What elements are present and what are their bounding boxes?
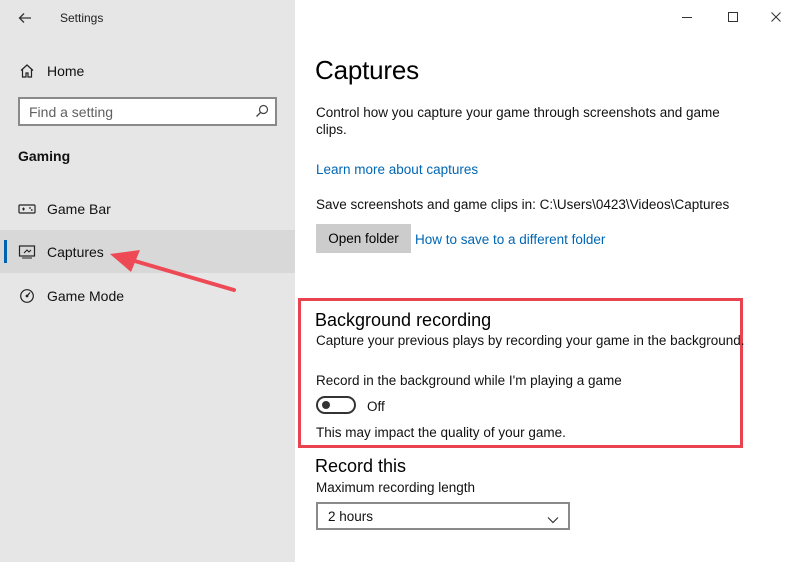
search-box[interactable] — [18, 97, 277, 126]
home-icon — [18, 62, 36, 80]
back-button[interactable] — [10, 6, 40, 30]
sidebar-item-label: Game Mode — [47, 287, 125, 304]
chevron-down-icon — [547, 511, 559, 529]
different-folder-link[interactable]: How to save to a different folder — [415, 232, 605, 247]
game-bar-icon — [18, 200, 36, 218]
minimize-icon — [682, 17, 692, 18]
sidebar-item-game-bar[interactable]: Game Bar — [0, 187, 295, 230]
settings-window: Settings Home Gaming Game Bar Captures — [0, 0, 800, 562]
captures-icon — [18, 243, 36, 261]
page-title: Captures — [315, 55, 419, 85]
maximize-icon — [728, 12, 738, 22]
sidebar-item-label: Game Bar — [47, 200, 111, 217]
open-folder-button[interactable]: Open folder — [316, 224, 411, 253]
max-recording-length-dropdown[interactable]: 2 hours — [316, 502, 570, 530]
page-description: Control how you capture your game throug… — [316, 105, 720, 137]
main-content: Captures Control how you capture your ga… — [295, 0, 800, 562]
sidebar-item-home[interactable]: Home — [0, 49, 295, 92]
background-recording-toggle[interactable] — [316, 396, 356, 414]
record-this-title: Record this — [315, 456, 407, 476]
dropdown-selected-value: 2 hours — [328, 508, 374, 524]
max-recording-length-label: Maximum recording length — [316, 480, 476, 495]
close-button[interactable] — [753, 0, 799, 34]
sidebar-item-captures[interactable]: Captures — [0, 230, 295, 273]
maximize-button[interactable] — [710, 0, 756, 34]
sidebar-item-game-mode[interactable]: Game Mode — [0, 274, 295, 317]
background-recording-note: This may impact the quality of your game… — [316, 425, 566, 440]
background-recording-title: Background recording — [315, 310, 492, 330]
learn-more-link[interactable]: Learn more about captures — [316, 162, 478, 177]
background-recording-toggle-label: Record in the background while I'm playi… — [316, 373, 622, 388]
app-title: Settings — [60, 11, 104, 25]
sidebar: Settings Home Gaming Game Bar Captures — [0, 0, 295, 562]
close-icon — [771, 12, 781, 22]
background-recording-description: Capture your previous plays by recording… — [316, 333, 745, 348]
save-path-text: Save screenshots and game clips in: C:\U… — [316, 197, 730, 212]
search-icon[interactable] — [255, 104, 269, 123]
toggle-state-text: Off — [367, 399, 385, 414]
toggle-knob — [322, 401, 330, 409]
game-mode-icon — [18, 287, 36, 305]
sidebar-item-label: Captures — [47, 243, 104, 260]
minimize-button[interactable] — [664, 0, 710, 34]
sidebar-item-label: Home — [47, 62, 85, 79]
section-heading-gaming: Gaming — [18, 148, 71, 164]
back-arrow-icon — [18, 13, 31, 23]
search-input[interactable] — [29, 103, 254, 120]
